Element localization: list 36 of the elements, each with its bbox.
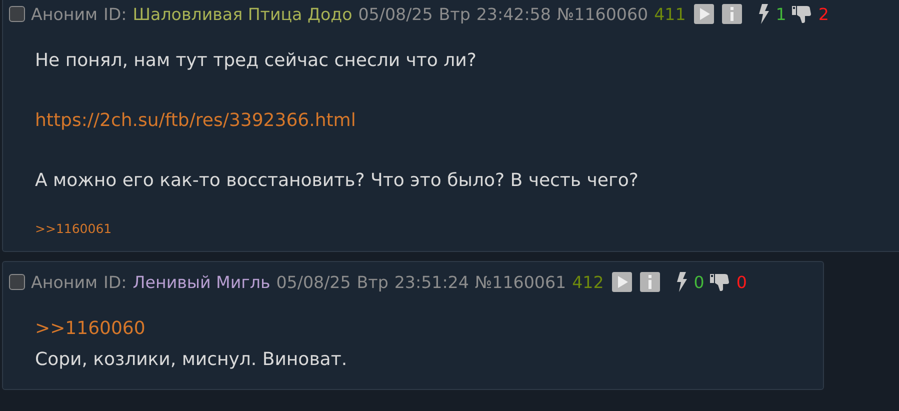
post-weekday: Втр xyxy=(356,272,388,292)
like-count: 1 xyxy=(776,4,786,24)
post-index: 412 xyxy=(572,272,604,292)
info-icon[interactable] xyxy=(722,4,742,24)
post-date: 05/08/25 xyxy=(276,272,351,292)
link[interactable]: https://2ch.su/ftb/res/3392366.html xyxy=(35,110,356,131)
info-icon[interactable] xyxy=(640,272,660,292)
checkbox[interactable] xyxy=(9,274,25,290)
post-weekday: Втр xyxy=(438,4,470,24)
post-number[interactable]: №1160061 xyxy=(474,272,566,292)
post-text: Не понял, нам тут тред сейчас снесли что ли? xyxy=(35,50,476,71)
checkbox[interactable] xyxy=(9,6,25,22)
author-name: Аноним xyxy=(31,272,98,292)
dislike-count: 0 xyxy=(736,272,747,292)
id-label: ID: xyxy=(104,272,127,292)
post-number[interactable]: №1160060 xyxy=(556,4,648,24)
thumbs-down-icon[interactable] xyxy=(792,5,812,23)
dislike-count: 2 xyxy=(818,4,829,24)
post-text: А можно его как-то восстановить? Что это было? В честь чего? xyxy=(35,170,638,191)
reply-link[interactable]: >>1160061 xyxy=(35,221,112,236)
play-icon[interactable] xyxy=(612,272,632,292)
author-name: Аноним xyxy=(31,4,98,24)
post-date: 05/08/25 xyxy=(358,4,433,24)
post-text: Сори, козлики, миснул. Виноват. xyxy=(35,349,348,370)
poster-id: Ленивый Мигль xyxy=(132,272,270,292)
lightning-icon[interactable] xyxy=(676,272,688,292)
post-time: 23:42:58 xyxy=(476,4,551,24)
link[interactable]: >>1160060 xyxy=(35,318,146,339)
post-index: 411 xyxy=(654,4,686,24)
thumbs-down-icon[interactable] xyxy=(710,273,730,291)
poster-id: Шаловливая Птица Додо xyxy=(132,4,352,24)
play-icon[interactable] xyxy=(694,4,714,24)
like-count: 0 xyxy=(694,272,704,292)
lightning-icon[interactable] xyxy=(758,4,770,24)
id-label: ID: xyxy=(104,4,127,24)
post-time: 23:51:24 xyxy=(394,272,469,292)
